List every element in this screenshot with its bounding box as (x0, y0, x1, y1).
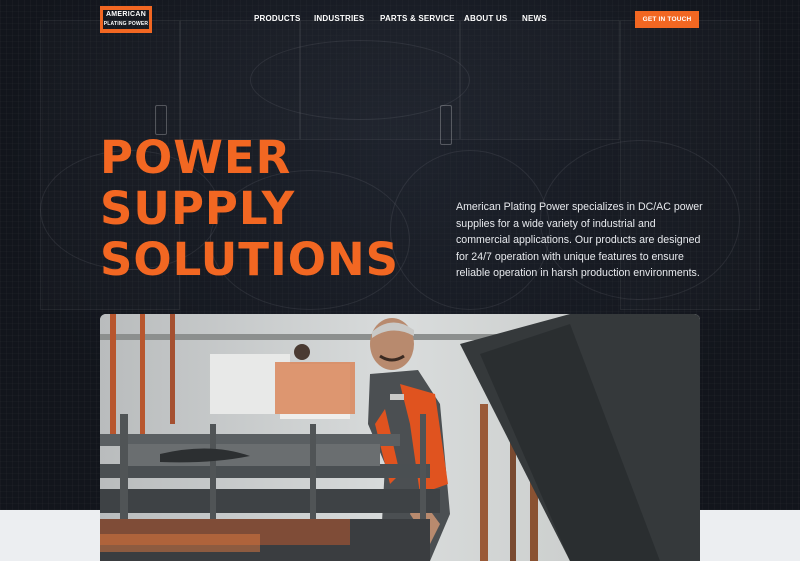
get-in-touch-button[interactable]: GET IN TOUCH (635, 11, 699, 28)
logo[interactable]: AMERICAN PLATING POWER (100, 6, 152, 33)
headline-line: SOLUTIONS (100, 233, 400, 286)
cabinet-panel (460, 20, 620, 140)
hero-intro-text: American Plating Power specializes in DC… (456, 201, 703, 280)
page-title: POWER SUPPLY SOLUTIONS (100, 132, 399, 285)
headline-line: SUPPLY (100, 182, 296, 235)
factory-worker-image (100, 314, 700, 561)
logo-side-left (100, 6, 103, 33)
logo-word-american: AMERICAN (105, 11, 147, 18)
nav-item-news[interactable]: NEWS (522, 14, 547, 26)
nav-item-industries[interactable]: INDUSTRIES (314, 14, 364, 26)
nav-item-about-us[interactable]: ABOUT US (464, 14, 507, 26)
nav-item-products[interactable]: PRODUCTS (254, 14, 301, 26)
logo-bar-top (100, 6, 152, 10)
cabinet-handle (440, 105, 452, 145)
logo-word-plating-power: PLATING POWER (103, 21, 149, 27)
hero-photo (100, 314, 700, 561)
wire-decoration (250, 40, 470, 120)
nav-item-parts-service[interactable]: PARTS & SERVICE (380, 14, 455, 26)
logo-side-right (149, 6, 152, 33)
headline-line: POWER (100, 131, 292, 184)
logo-bar-bottom (100, 29, 152, 33)
